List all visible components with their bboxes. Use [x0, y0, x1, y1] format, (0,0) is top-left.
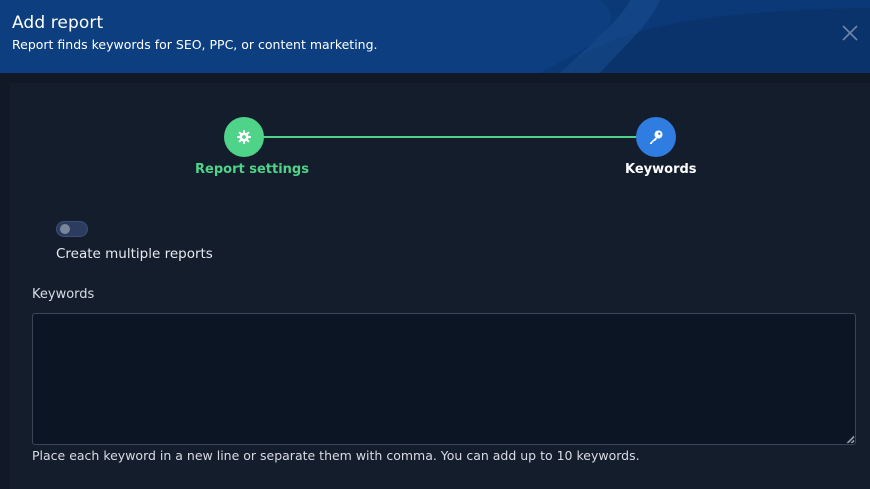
modal-body: Report settings Keywords Create multiple…	[0, 73, 870, 489]
key-icon	[650, 130, 663, 144]
step-report-settings[interactable]	[224, 117, 264, 157]
create-multiple-reports-toggle[interactable]	[56, 221, 88, 237]
modal-title: Add report	[12, 13, 104, 33]
step-label-keywords: Keywords	[625, 162, 697, 177]
keywords-textarea[interactable]	[32, 313, 856, 445]
gear-icon	[237, 130, 251, 144]
create-multiple-reports-label: Create multiple reports	[56, 246, 213, 262]
body-top-edge	[0, 73, 870, 83]
body-left-edge	[0, 73, 10, 489]
step-label-report-settings: Report settings	[195, 162, 309, 177]
modal-header: Add report Report finds keywords for SEO…	[0, 0, 870, 73]
close-button[interactable]	[840, 23, 860, 43]
step-keywords[interactable]	[636, 117, 676, 157]
toggle-knob	[60, 224, 70, 234]
modal-subtitle: Report finds keywords for SEO, PPC, or c…	[12, 37, 378, 52]
close-icon	[842, 25, 858, 41]
add-report-modal: Add report Report finds keywords for SEO…	[0, 0, 870, 489]
keywords-label: Keywords	[32, 287, 95, 302]
stepper-connector	[262, 136, 640, 138]
keywords-help-text: Place each keyword in a new line or sepa…	[32, 448, 640, 463]
